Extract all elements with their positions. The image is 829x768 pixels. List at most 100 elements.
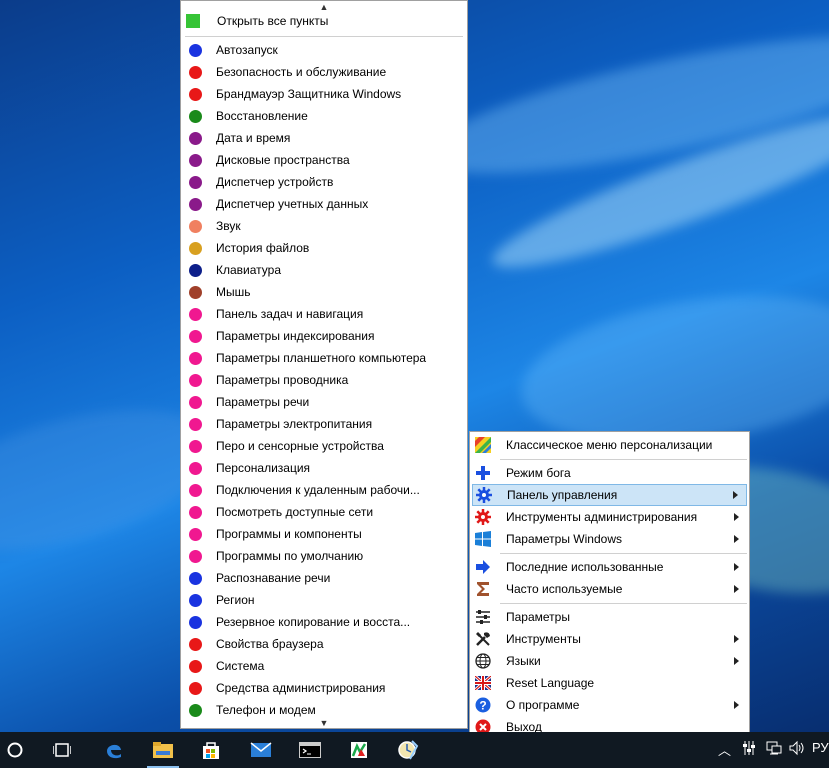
panel-list-item[interactable]: Параметры индексирования: [181, 325, 467, 347]
menu-item[interactable]: ? О программе: [472, 694, 747, 716]
panel-list-item-label: Программы по умолчанию: [216, 549, 364, 563]
menu-item[interactable]: Классическое меню персонализации: [472, 434, 747, 456]
menu-item[interactable]: Часто используемые: [472, 578, 747, 600]
color-dot-icon: [189, 483, 202, 497]
panel-list-item-label: Безопасность и обслуживание: [216, 65, 387, 79]
color-dot-icon: [189, 505, 202, 519]
color-dot-icon: [189, 153, 202, 167]
panel-list-item-label: Дисковые пространства: [216, 153, 350, 167]
command-prompt-button[interactable]: [290, 732, 330, 768]
panel-list-item[interactable]: Панель задач и навигация: [181, 303, 467, 325]
menu-item[interactable]: Инструменты администрирования: [472, 506, 747, 528]
menu-item-label: Языки: [506, 654, 541, 668]
panel-list-item-label: Автозапуск: [216, 43, 278, 57]
panel-list-item[interactable]: Диспетчер устройств: [181, 171, 467, 193]
panel-list-item[interactable]: Персонализация: [181, 457, 467, 479]
menu-item[interactable]: Режим бога: [472, 462, 747, 484]
globe-icon: [474, 652, 492, 670]
volume-icon[interactable]: [788, 740, 806, 759]
panel-list-item-label: Параметры проводника: [216, 373, 349, 387]
panel-list-item[interactable]: Дисковые пространства: [181, 149, 467, 171]
flag-uk-icon: [474, 674, 492, 692]
panel-list-item[interactable]: Брандмауэр Защитника Windows: [181, 83, 467, 105]
panel-list-item[interactable]: Подключения к удаленным рабочи...: [181, 479, 467, 501]
panel-list-item[interactable]: Средства администрирования: [181, 677, 467, 699]
panel-list-item[interactable]: Безопасность и обслуживание: [181, 61, 467, 83]
panel-list-item-label: Телефон и модем: [216, 703, 316, 717]
menu-item-label: О программе: [506, 698, 580, 712]
panel-list-item[interactable]: Клавиатура: [181, 259, 467, 281]
sliders-tray-icon[interactable]: [742, 740, 756, 759]
mail-button[interactable]: [241, 732, 281, 768]
menu-item[interactable]: Reset Language: [472, 672, 747, 694]
mail-envelope-icon: [250, 742, 272, 757]
submenu-arrow-icon: [734, 513, 739, 521]
sliders-icon: [474, 608, 492, 626]
panel-list-item-label: Система: [216, 659, 265, 673]
color-dot-icon: [189, 175, 202, 189]
edge-icon: [107, 744, 121, 759]
menu-separator: [500, 459, 747, 460]
store-button[interactable]: [191, 732, 231, 768]
color-dot-icon: [189, 373, 202, 387]
menu-item[interactable]: Параметры: [472, 606, 747, 628]
menu-item[interactable]: Последние использованные: [472, 556, 747, 578]
panel-list-item[interactable]: Свойства браузера: [181, 633, 467, 655]
language-indicator[interactable]: РУ: [812, 740, 829, 755]
file-explorer-button[interactable]: [143, 732, 183, 768]
panel-list-item[interactable]: Программы и компоненты: [181, 523, 467, 545]
cortana-search-button[interactable]: [0, 732, 35, 768]
panel-list-item[interactable]: Восстановление: [181, 105, 467, 127]
panel-list-item[interactable]: Звук: [181, 215, 467, 237]
menu-item[interactable]: Панель управления: [472, 484, 747, 506]
panel-list-item-label: Распознавание речи: [216, 571, 331, 585]
network-icon[interactable]: [766, 740, 782, 759]
app-button-2[interactable]: [388, 732, 428, 768]
color-dot-icon: [189, 219, 202, 233]
menu-separator: [500, 603, 747, 604]
color-dot-icon: [189, 43, 202, 57]
panel-list-item[interactable]: Система: [181, 655, 467, 677]
panel-list-item[interactable]: Распознавание речи: [181, 567, 467, 589]
color-dot-icon: [189, 87, 202, 101]
panel-list-item[interactable]: Дата и время: [181, 127, 467, 149]
panel-list-item[interactable]: Параметры электропитания: [181, 413, 467, 435]
color-dot-icon: [189, 241, 202, 255]
panel-list-item[interactable]: Параметры речи: [181, 391, 467, 413]
task-view-button[interactable]: [42, 732, 82, 768]
panel-list-item[interactable]: Диспетчер учетных данных: [181, 193, 467, 215]
panel-list-item-label: Брандмауэр Защитника Windows: [216, 87, 402, 101]
color-dot-icon: [189, 439, 202, 453]
color-dot-icon: [189, 527, 202, 541]
menu-item-label: Reset Language: [506, 676, 595, 690]
menu-item-label: Последние использованные: [506, 560, 664, 574]
submenu-arrow-icon: [734, 563, 739, 571]
panel-list-item[interactable]: Мышь: [181, 281, 467, 303]
panel-list-item[interactable]: Резервное копирование и восста...: [181, 611, 467, 633]
menu-item[interactable]: Параметры Windows: [472, 528, 747, 550]
menu-item-label: Режим бога: [506, 466, 571, 480]
show-hidden-icons-chevron-icon[interactable]: ︿: [718, 740, 731, 759]
panel-list-item[interactable]: Посмотреть доступные сети: [181, 501, 467, 523]
menu-item[interactable]: Языки: [472, 650, 747, 672]
divider: [185, 36, 463, 37]
color-dot-icon: [189, 307, 202, 321]
edge-button[interactable]: [94, 732, 134, 768]
panel-list-item[interactable]: Параметры планшетного компьютера: [181, 347, 467, 369]
panel-list-item[interactable]: История файлов: [181, 237, 467, 259]
panel-list-item[interactable]: Регион: [181, 589, 467, 611]
panel-list-item-label: Мышь: [216, 285, 251, 299]
open-all-item[interactable]: Открыть все пункты: [181, 10, 467, 32]
panel-list-item[interactable]: Перо и сенсорные устройства: [181, 435, 467, 457]
app-button[interactable]: [339, 732, 379, 768]
panel-list-item[interactable]: Программы по умолчанию: [181, 545, 467, 567]
panel-list-item-label: Резервное копирование и восста...: [216, 615, 411, 629]
scroll-down-arrow-icon[interactable]: ▼: [181, 718, 467, 728]
panel-list-item-label: Клавиатура: [216, 263, 281, 277]
plus-icon: [474, 464, 492, 482]
submenu-arrow-icon: [734, 701, 739, 709]
panel-list-item[interactable]: Автозапуск: [181, 39, 467, 61]
panel-list-item[interactable]: Параметры проводника: [181, 369, 467, 391]
submenu-arrow-icon: [734, 657, 739, 665]
menu-item[interactable]: Инструменты: [472, 628, 747, 650]
